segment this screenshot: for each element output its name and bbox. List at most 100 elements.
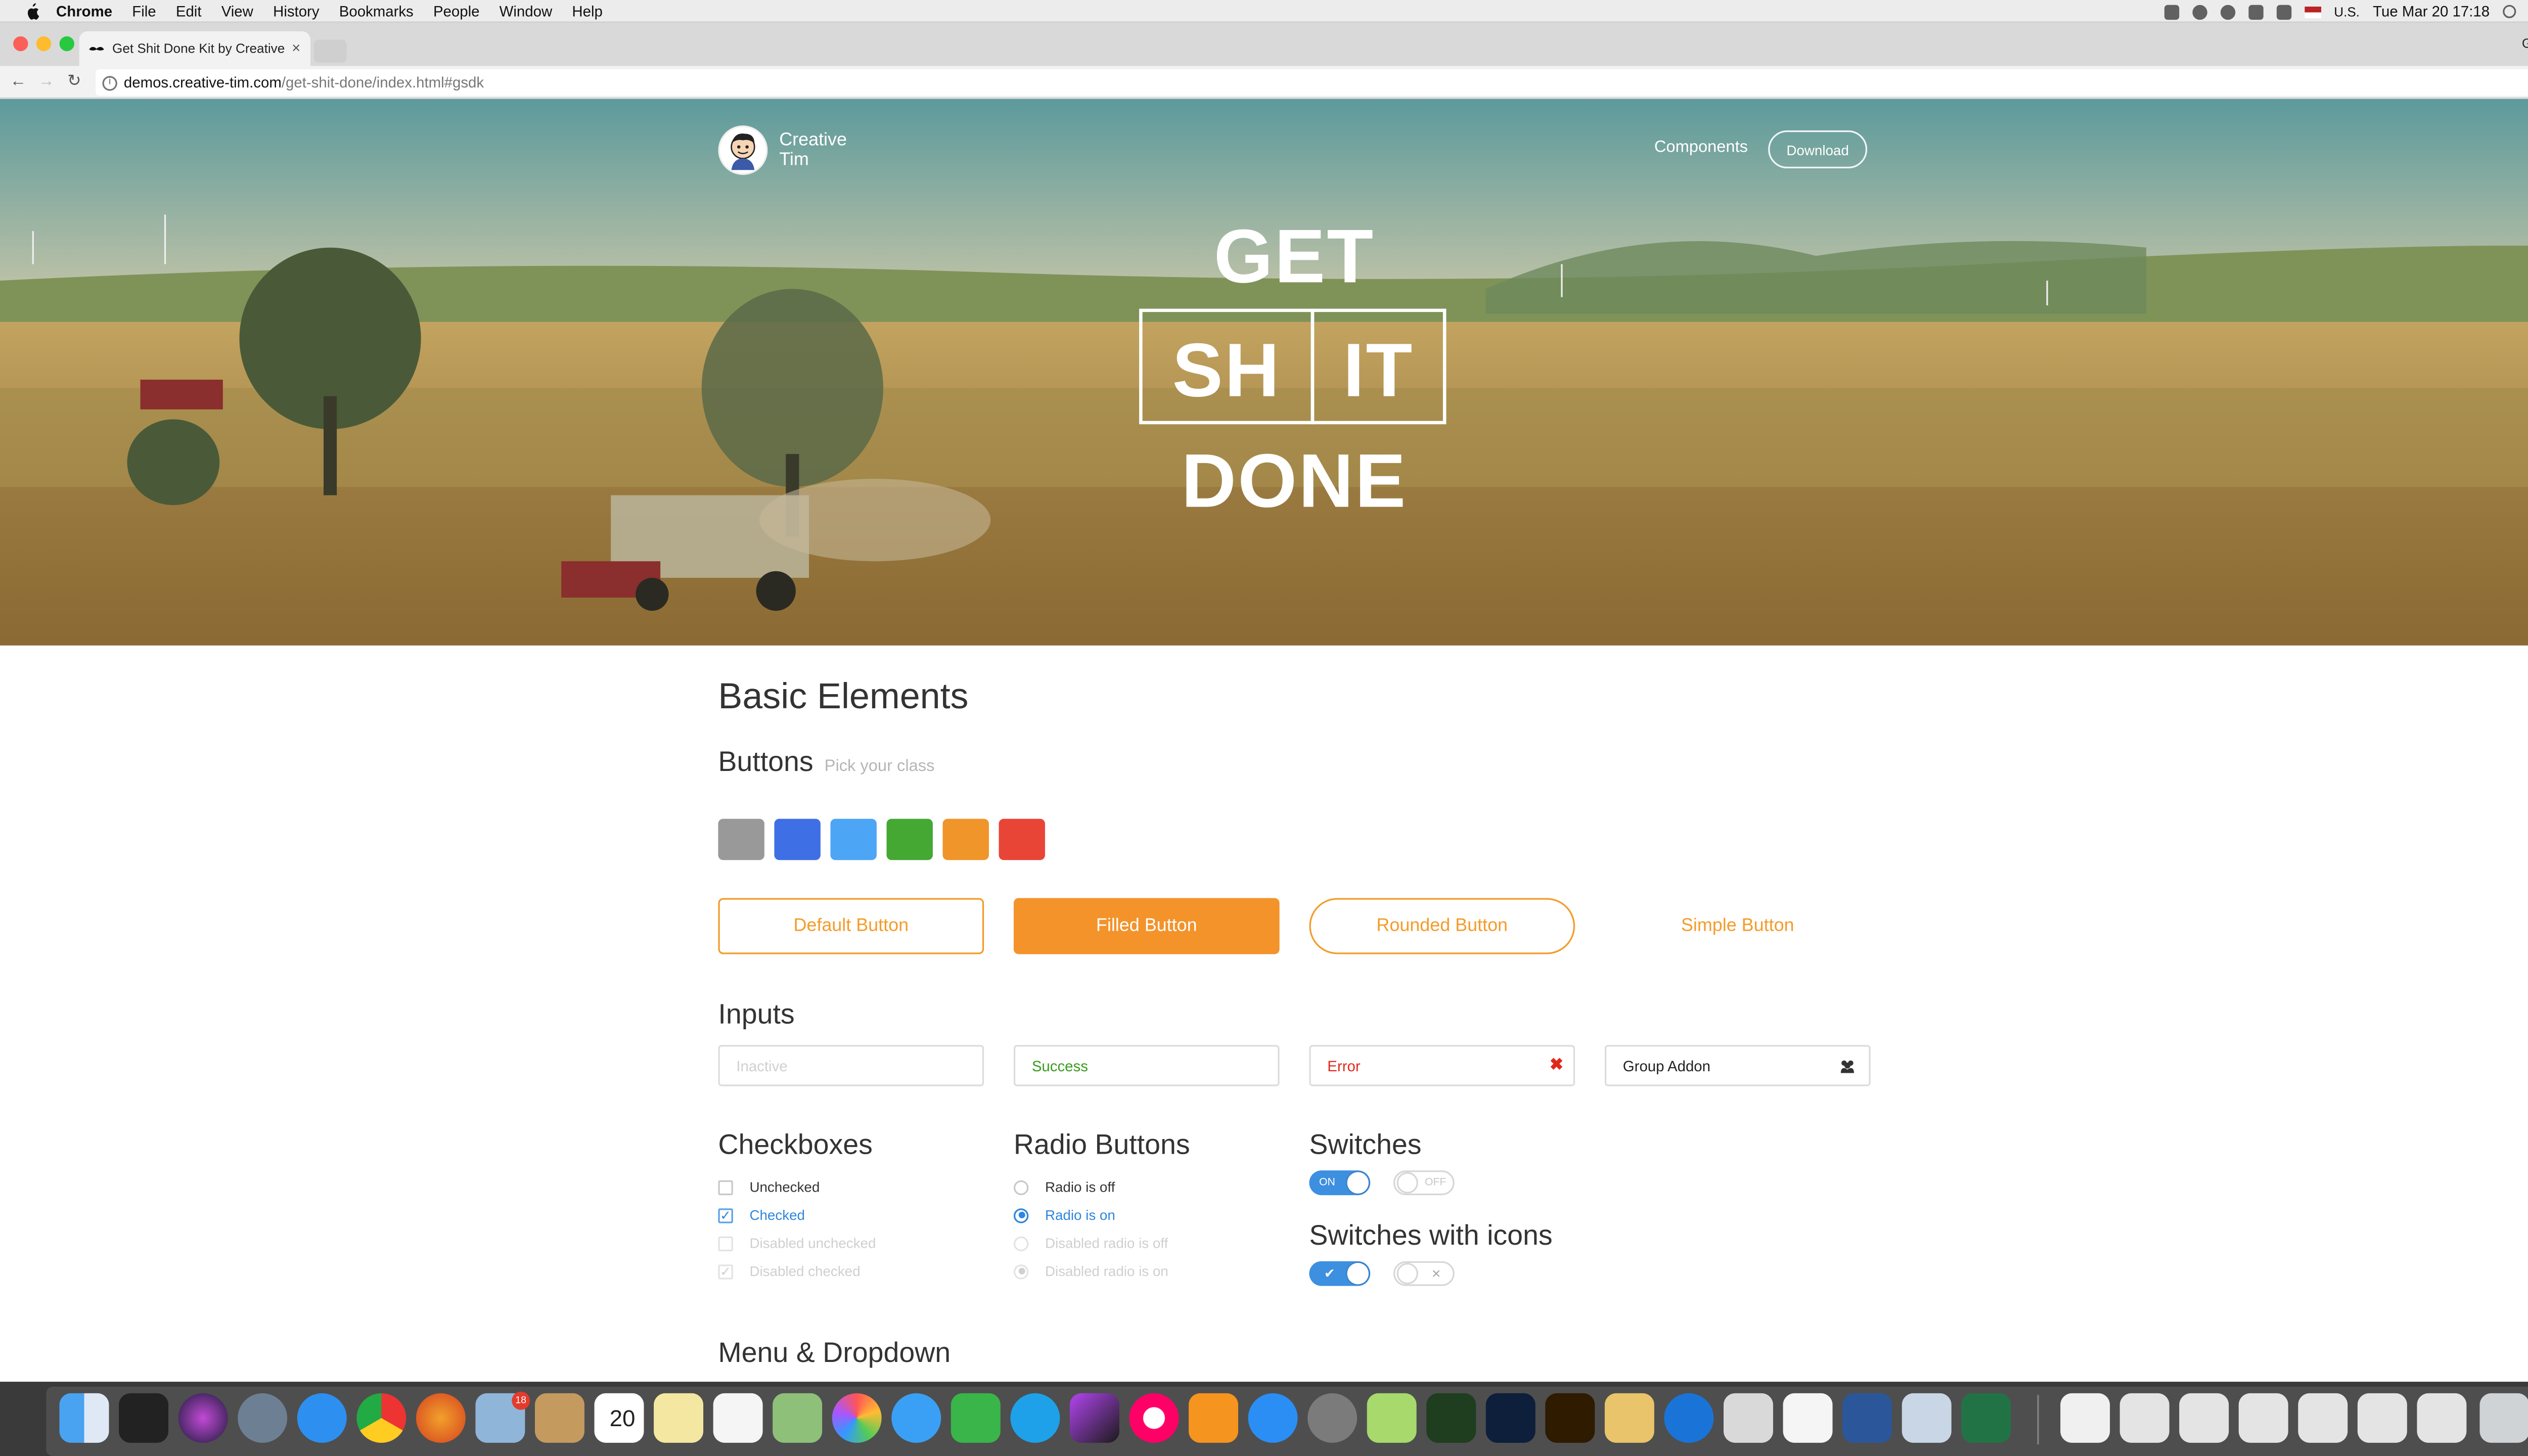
menu-history[interactable]: History xyxy=(273,3,319,19)
minimized-window-icon[interactable] xyxy=(2119,1393,2170,1443)
photos-icon[interactable] xyxy=(832,1393,882,1443)
document-stack-icon[interactable] xyxy=(2060,1393,2110,1443)
simple-button[interactable]: Simple Button xyxy=(1605,898,1871,954)
minimized-window-icon[interactable] xyxy=(2179,1393,2229,1443)
illustrator-icon[interactable] xyxy=(1545,1393,1595,1443)
swatch-danger[interactable] xyxy=(999,818,1045,860)
trash-icon[interactable] xyxy=(2479,1393,2528,1443)
new-tab-button[interactable] xyxy=(313,39,347,63)
forward-arrow-icon[interactable]: → xyxy=(36,72,56,92)
skype-icon[interactable] xyxy=(1010,1393,1060,1443)
phpstorm-icon[interactable] xyxy=(1069,1393,1119,1443)
swatch-default[interactable] xyxy=(718,818,764,860)
input-source-flag-icon[interactable] xyxy=(2304,6,2321,18)
swatch-info[interactable] xyxy=(830,818,877,860)
wifi-icon[interactable] xyxy=(2248,4,2263,19)
ibooks-icon[interactable] xyxy=(1189,1393,1238,1443)
browser-tab-active[interactable]: Get Shit Done Kit by Creative × xyxy=(79,31,310,66)
minimize-window-icon[interactable] xyxy=(36,36,52,52)
coda-icon[interactable] xyxy=(1367,1393,1417,1443)
preview-icon[interactable] xyxy=(1902,1393,1952,1443)
reload-icon[interactable]: ↻ xyxy=(64,72,84,92)
back-arrow-icon[interactable]: ← xyxy=(8,72,28,92)
menu-people[interactable]: People xyxy=(433,3,480,19)
siri-app-icon[interactable] xyxy=(178,1393,228,1443)
contacts-icon[interactable] xyxy=(534,1393,584,1443)
volume-icon[interactable] xyxy=(2276,4,2291,19)
icon-switch-off[interactable]: ✕ xyxy=(1393,1261,1455,1286)
checkbox-checked[interactable]: ✓ Checked xyxy=(718,1207,805,1223)
menu-file[interactable]: File xyxy=(132,3,156,19)
site-info-icon[interactable]: i xyxy=(102,75,117,90)
inkscape-icon[interactable] xyxy=(1426,1393,1476,1443)
minimized-window-icon[interactable] xyxy=(2417,1393,2467,1443)
tab-close-icon[interactable]: × xyxy=(292,39,300,56)
input-source-label[interactable]: U.S. xyxy=(2334,4,2360,19)
swatch-primary[interactable] xyxy=(774,818,821,860)
radio-off[interactable]: Radio is off xyxy=(1013,1178,1115,1195)
macos-menu-bar: Chrome File Edit View History Bookmarks … xyxy=(0,0,2528,23)
minimized-window-icon[interactable] xyxy=(2238,1393,2288,1443)
spotlight-search-icon[interactable] xyxy=(2503,5,2516,18)
minimized-window-icon[interactable] xyxy=(2298,1393,2348,1443)
sidebar-status-icon[interactable] xyxy=(2163,4,2179,19)
success-input[interactable] xyxy=(1031,1057,1247,1074)
menu-help[interactable]: Help xyxy=(572,3,602,19)
radio-on[interactable]: Radio is on xyxy=(1013,1207,1115,1223)
reminders-icon[interactable] xyxy=(713,1393,763,1443)
nav-download-button[interactable]: Download xyxy=(1768,130,1868,169)
word-icon[interactable] xyxy=(1842,1393,1892,1443)
textedit-icon[interactable] xyxy=(1783,1393,1833,1443)
creative-cloud-icon[interactable] xyxy=(2192,4,2207,19)
chrome-icon[interactable] xyxy=(356,1393,407,1443)
menu-bookmarks[interactable]: Bookmarks xyxy=(339,3,414,19)
zoom-window-icon[interactable] xyxy=(59,36,74,52)
messages-icon[interactable] xyxy=(891,1393,941,1443)
transmit-icon[interactable] xyxy=(1604,1393,1654,1443)
maps-icon[interactable] xyxy=(773,1393,823,1443)
switch-off[interactable]: OFF xyxy=(1393,1170,1455,1196)
remote-icon[interactable] xyxy=(1723,1393,1773,1443)
menubar-clock[interactable]: Tue Mar 20 17:18 xyxy=(2373,4,2490,20)
minimized-window-icon[interactable] xyxy=(2357,1393,2407,1443)
address-bar[interactable]: i demos.creative-tim.com/get-shit-done/i… xyxy=(96,69,2528,96)
system-preferences-icon[interactable] xyxy=(1307,1393,1358,1443)
checkbox-box-icon[interactable] xyxy=(718,1179,733,1195)
close-window-icon[interactable] xyxy=(13,36,28,52)
menu-chrome[interactable]: Chrome xyxy=(56,3,112,19)
icon-switch-on[interactable]: ✔ xyxy=(1309,1261,1371,1286)
inactive-input[interactable] xyxy=(736,1057,951,1074)
finder-icon[interactable] xyxy=(59,1393,109,1443)
swatch-success[interactable] xyxy=(886,818,933,860)
filled-button[interactable]: Filled Button xyxy=(1013,898,1280,954)
menu-edit[interactable]: Edit xyxy=(176,3,202,19)
firefox-icon[interactable] xyxy=(416,1393,466,1443)
brand-logo-link[interactable]: Creative Tim xyxy=(718,125,862,175)
skype-status-icon[interactable] xyxy=(2220,4,2235,19)
teamviewer-icon[interactable] xyxy=(1664,1393,1714,1443)
facetime-icon[interactable] xyxy=(951,1393,1001,1443)
app-store-icon[interactable] xyxy=(1248,1393,1298,1443)
group-addon-input[interactable] xyxy=(1622,1057,1838,1074)
menu-window[interactable]: Window xyxy=(500,3,553,19)
photoshop-icon[interactable] xyxy=(1485,1393,1536,1443)
itunes-icon[interactable] xyxy=(1129,1393,1179,1443)
excel-icon[interactable] xyxy=(1961,1393,2011,1443)
nav-components-link[interactable]: Components xyxy=(1654,139,1748,157)
terminal-icon[interactable] xyxy=(119,1393,169,1443)
radio-circle-icon[interactable] xyxy=(1013,1179,1029,1195)
swatch-warning[interactable] xyxy=(942,818,989,860)
notes-icon[interactable] xyxy=(654,1393,704,1443)
default-button[interactable]: Default Button xyxy=(718,898,984,954)
menu-view[interactable]: View xyxy=(221,3,253,19)
rounded-button[interactable]: Rounded Button xyxy=(1309,898,1575,954)
profile-name[interactable]: GridGum xyxy=(2522,36,2528,51)
launchpad-icon[interactable] xyxy=(238,1393,288,1443)
checkbox-checked-icon[interactable]: ✓ xyxy=(718,1207,733,1222)
radio-selected-icon[interactable] xyxy=(1013,1207,1029,1222)
apple-menu-icon[interactable] xyxy=(20,2,43,19)
switch-on[interactable]: ON xyxy=(1309,1170,1371,1196)
safari-icon[interactable] xyxy=(297,1393,347,1443)
error-input[interactable] xyxy=(1327,1057,1542,1074)
checkbox-unchecked[interactable]: Unchecked xyxy=(718,1178,820,1195)
